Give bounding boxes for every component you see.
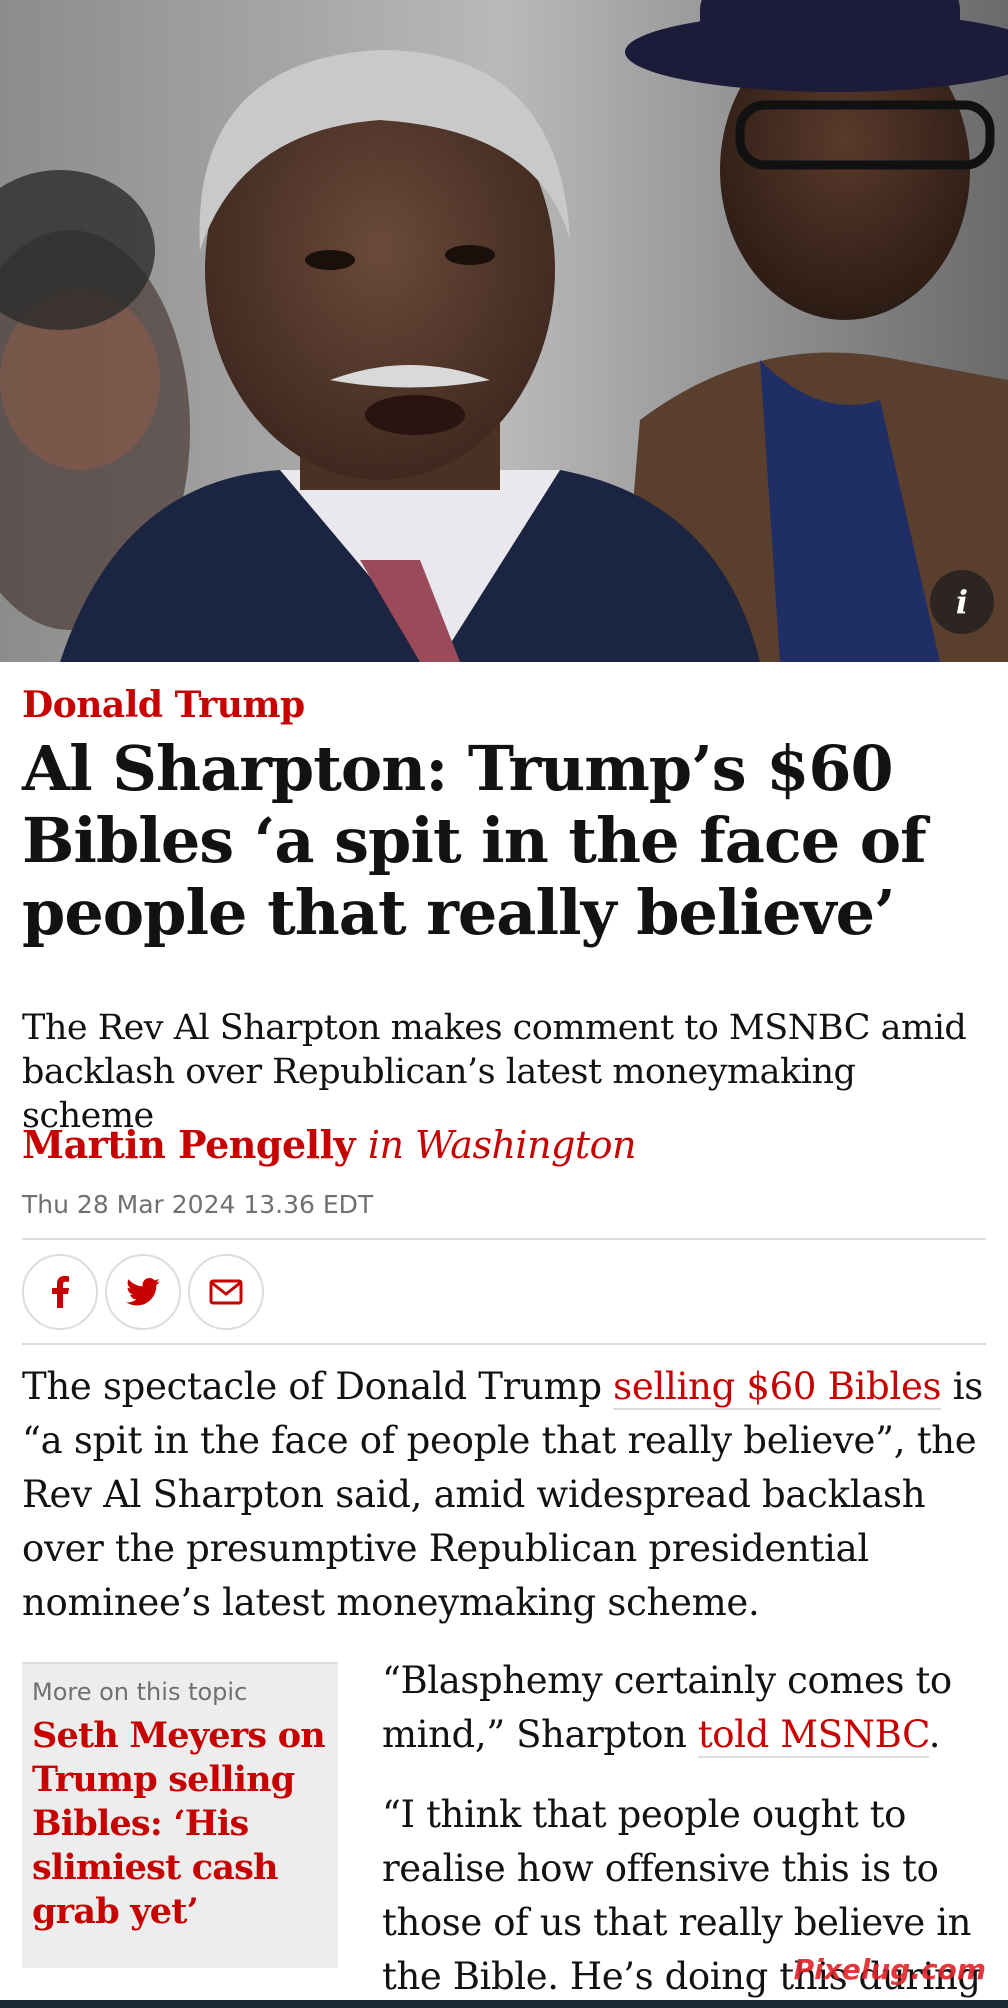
share-twitter-button[interactable]	[105, 1254, 181, 1330]
hero-photo: i	[0, 0, 1008, 662]
body-paragraph: “Blasphemy certainly comes to mind,” Sha…	[382, 1654, 986, 1762]
headline: Al Sharpton: Trump’s $60 Bibles ‘a spit …	[22, 732, 927, 949]
email-icon	[209, 1279, 243, 1305]
watermark: Pixelug.com	[793, 1953, 986, 1986]
related-title-link[interactable]: Seth Meyers on Trump selling Bibles: ‘Hi…	[32, 1714, 328, 1934]
share-email-button[interactable]	[188, 1254, 264, 1330]
body-paragraph: The spectacle of Donald Trump selling $6…	[22, 1360, 986, 1630]
standfirst: The Rev Al Sharpton makes comment to MSN…	[22, 1008, 967, 1136]
info-icon[interactable]: i	[930, 570, 994, 634]
hero-image	[0, 0, 1008, 662]
facebook-icon	[52, 1276, 69, 1308]
related-card[interactable]: More on this topic Seth Meyers on Trump …	[22, 1662, 338, 1968]
divider	[22, 1238, 986, 1240]
paragraph-text: .	[928, 1713, 941, 1756]
paragraph-text: The spectacle of Donald Trump	[22, 1365, 614, 1408]
author-link[interactable]: Martin Pengelly	[22, 1122, 356, 1167]
byline-location: in Washington	[367, 1123, 637, 1167]
told-msnbc-link[interactable]: told MSNBC	[697, 1713, 929, 1758]
byline: Martin Pengelly in Washington	[22, 1122, 986, 1167]
related-label: More on this topic	[32, 1678, 248, 1706]
twitter-icon	[126, 1278, 160, 1306]
divider	[22, 1343, 986, 1345]
bottom-bar	[0, 2000, 1008, 2008]
share-bar	[22, 1254, 986, 1330]
share-facebook-button[interactable]	[22, 1254, 98, 1330]
publish-date: Thu 28 Mar 2024 13.36 EDT	[22, 1190, 374, 1219]
section-kicker[interactable]: Donald Trump	[22, 684, 986, 726]
selling-bibles-link[interactable]: selling $60 Bibles	[613, 1365, 942, 1410]
